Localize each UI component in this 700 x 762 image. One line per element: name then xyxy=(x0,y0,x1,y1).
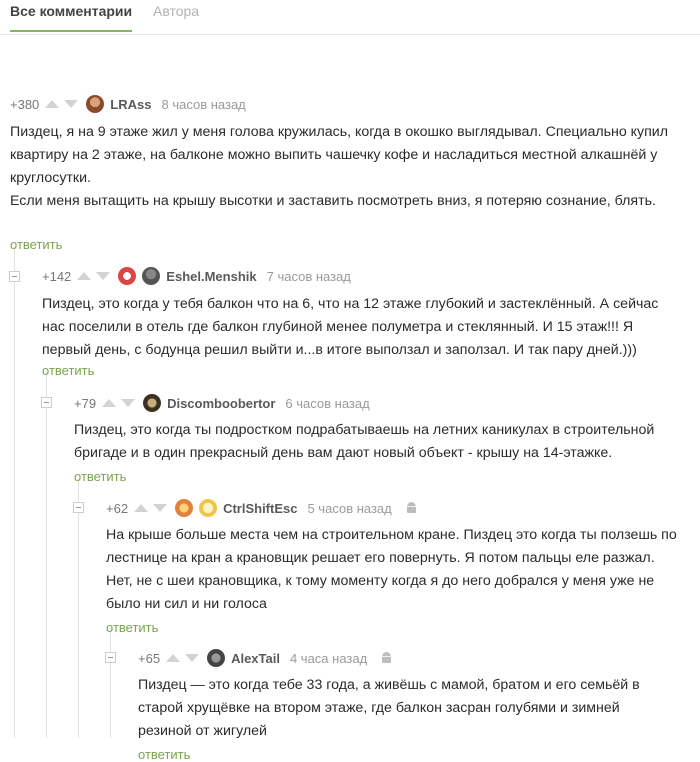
arrow-up-icon[interactable] xyxy=(102,399,117,407)
arrow-up-icon[interactable] xyxy=(134,504,149,512)
arrow-up-icon[interactable] xyxy=(45,100,60,108)
arrow-up-icon[interactable] xyxy=(166,654,181,662)
comment-text: Пиздец, это когда ты подростком подрабат… xyxy=(74,422,655,461)
comment-tabs: Все комментарии Автора xyxy=(0,0,700,35)
reply-link[interactable]: ответить xyxy=(106,620,158,635)
arrow-up-icon[interactable] xyxy=(77,272,92,280)
android-icon xyxy=(382,652,392,663)
comment-author[interactable]: Discomboobertor xyxy=(167,396,275,411)
avatar[interactable] xyxy=(207,649,226,667)
comment-header: +65 AlexTail 4 часа назад xyxy=(138,648,392,668)
comment-rating: +79 xyxy=(74,395,97,411)
comment-rating: +380 xyxy=(10,96,40,112)
tab-author[interactable]: Автора xyxy=(153,2,199,30)
reply-link[interactable]: ответить xyxy=(138,747,190,762)
comment-text: Пиздец — это когда тебе 33 года, а живёш… xyxy=(138,677,640,739)
avatar[interactable] xyxy=(86,95,105,113)
reply-link[interactable]: ответить xyxy=(10,237,62,252)
comment-time[interactable]: 7 часов назад xyxy=(267,269,351,284)
comment-rating: +142 xyxy=(42,268,72,284)
comment-time[interactable]: 6 часов назад xyxy=(285,396,369,411)
tab-all-comments[interactable]: Все комментарии xyxy=(10,2,133,32)
comment-text: Пиздец, это когда у тебя балкон что на 6… xyxy=(42,296,659,358)
comment-time[interactable]: 8 часов назад xyxy=(161,97,245,112)
reply-link[interactable]: ответить xyxy=(42,363,94,378)
comment-header: +380 LRAss 8 часов назад xyxy=(10,94,246,114)
collapse-toggle[interactable] xyxy=(105,652,116,663)
comment-header: +79 Discomboobertor 6 часов назад xyxy=(74,393,370,413)
comment-text: Пиздец, я на 9 этаже жил у меня голова к… xyxy=(10,124,669,209)
avatar[interactable] xyxy=(175,499,194,517)
comment-author[interactable]: Eshel.Menshik xyxy=(166,269,256,284)
thread-line xyxy=(110,628,111,738)
collapse-toggle[interactable] xyxy=(41,397,52,408)
avatar[interactable] xyxy=(143,394,162,412)
comment-time[interactable]: 5 часов назад xyxy=(307,501,391,516)
arrow-down-icon[interactable] xyxy=(121,399,136,407)
reply-link[interactable]: ответить xyxy=(74,469,126,484)
avatar[interactable] xyxy=(199,499,218,517)
arrow-down-icon[interactable] xyxy=(64,100,79,108)
collapse-toggle[interactable] xyxy=(73,502,84,513)
comment-header: +62 CtrlShiftEsc 5 часов назад xyxy=(106,498,417,518)
thread-line xyxy=(14,246,15,738)
comment-author[interactable]: AlexTail xyxy=(231,651,280,666)
arrow-down-icon[interactable] xyxy=(96,272,111,280)
comment-time[interactable]: 4 часа назад xyxy=(290,651,367,666)
comment-rating: +65 xyxy=(138,650,161,666)
android-icon xyxy=(406,502,416,513)
comment-author[interactable]: CtrlShiftEsc xyxy=(223,501,297,516)
comment-rating: +62 xyxy=(106,500,129,516)
arrow-down-icon[interactable] xyxy=(185,654,200,662)
comment-author[interactable]: LRAss xyxy=(110,97,151,112)
comment-header: +142 Eshel.Menshik 7 часов назад xyxy=(42,266,351,286)
thread-line xyxy=(46,372,47,738)
arrow-down-icon[interactable] xyxy=(153,504,168,512)
comment-text: На крыше больше места чем на строительно… xyxy=(106,527,677,612)
collapse-toggle[interactable] xyxy=(9,271,20,282)
avatar[interactable] xyxy=(142,267,161,285)
avatar[interactable] xyxy=(118,267,137,285)
thread-line xyxy=(78,478,79,738)
